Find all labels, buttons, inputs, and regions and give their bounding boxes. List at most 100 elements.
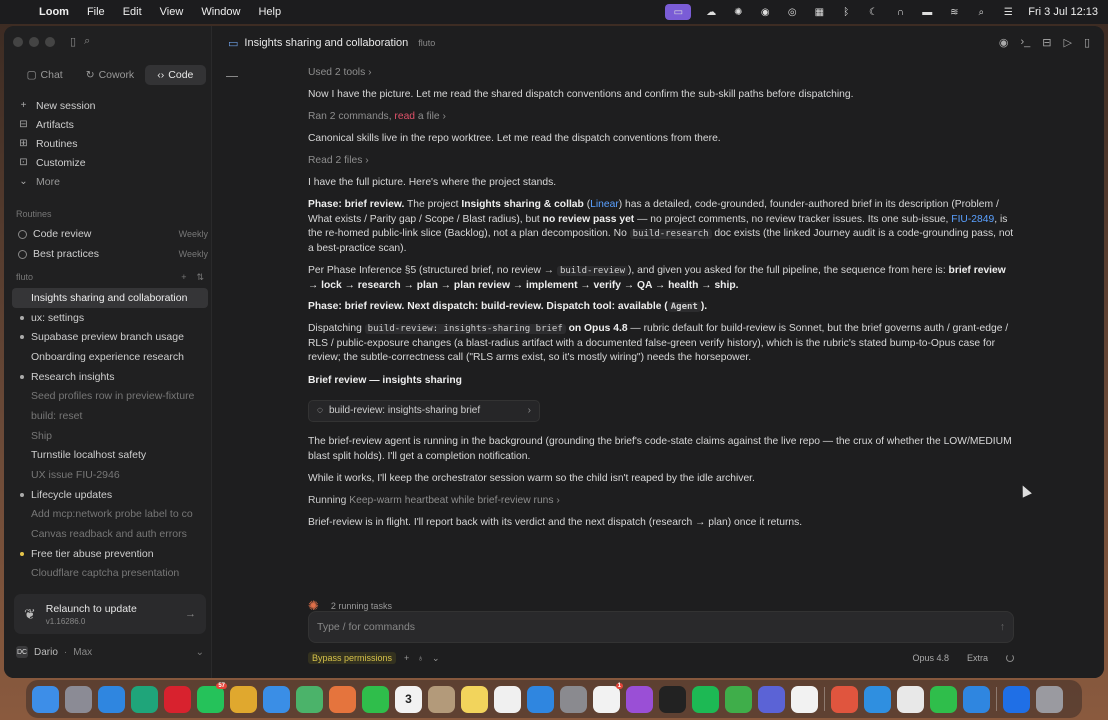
dock-calendar-icon[interactable]: 3 (395, 685, 422, 713)
dock-terminal-green-icon[interactable] (930, 685, 957, 713)
routine-item[interactable]: Best practices Weekly (18, 244, 208, 264)
sidebar-session-item[interactable]: UX issue FIU-2946 (12, 465, 208, 485)
headphones-icon[interactable]: ∩ (893, 6, 907, 18)
sidebar-session-item[interactable]: Seed profiles row in preview-fixture (12, 386, 208, 406)
sidebar-session-item[interactable]: Research insights (12, 367, 208, 387)
brightness-icon[interactable]: ✺ (731, 6, 745, 18)
dock-safari-icon[interactable] (98, 685, 125, 713)
dock-settings-icon[interactable] (560, 685, 587, 713)
dock-docker-icon[interactable] (864, 685, 891, 713)
new-session-button[interactable]: + New session (18, 96, 96, 115)
sidebar-session-item[interactable]: Ship (12, 426, 208, 446)
mic-icon[interactable]: ♁ (417, 653, 424, 663)
agent-task-card[interactable]: ◌ build-review: insights-sharing brief › (308, 400, 540, 422)
dock-textedit-icon[interactable] (897, 685, 924, 713)
clock[interactable]: Fri 3 Jul 12:13 (1028, 6, 1098, 18)
dock-slack-icon[interactable] (791, 685, 818, 713)
nav-artifacts[interactable]: ⊟ Artifacts (18, 115, 96, 134)
sidebar-session-item[interactable]: Lifecycle updates (12, 485, 208, 505)
play-icon[interactable]: ▷ (1063, 36, 1071, 49)
plus-icon[interactable]: + (404, 653, 409, 663)
sidebar-session-item[interactable]: build: reset (12, 406, 208, 426)
dock-facetime-icon[interactable] (362, 685, 389, 713)
sidebar-session-item[interactable]: Free tier abuse prevention (12, 544, 208, 564)
zoom-window-button[interactable] (45, 37, 55, 47)
moon-icon[interactable]: ☾ (866, 6, 880, 18)
tool-summary[interactable]: Used 2 tools › (308, 66, 1018, 81)
sync-icon[interactable]: ◎ (785, 6, 799, 18)
nav-more[interactable]: ⌄ More (18, 172, 96, 191)
dock-opera-icon[interactable] (164, 685, 191, 713)
sidebar-session-item[interactable]: Cloudflare captcha presentation (12, 564, 208, 584)
dock-launchpad-icon[interactable] (65, 685, 92, 713)
mode-code[interactable]: ‹› Code (144, 65, 206, 85)
model-selector[interactable]: Opus 4.8 (912, 653, 949, 663)
dock-chrome-icon[interactable] (230, 685, 257, 713)
close-window-button[interactable] (13, 37, 23, 47)
minimize-window-button[interactable] (29, 37, 39, 47)
control-center-icon[interactable]: ☰ (1001, 6, 1015, 18)
eye-icon[interactable]: ◉ (999, 36, 1009, 49)
bluetooth-icon[interactable]: ᛒ (839, 6, 853, 18)
tool-summary[interactable]: Running Keep-warm heartbeat while brief-… (308, 494, 1018, 509)
dock-photos-icon[interactable] (329, 685, 356, 713)
search-icon[interactable]: ⌕ (974, 6, 988, 18)
dock-app-store-icon[interactable] (527, 685, 554, 713)
dock-linear-icon[interactable] (758, 685, 785, 713)
dock-whatsapp-icon[interactable]: 57 (197, 682, 227, 713)
sidebar-session-item[interactable]: Turnstile localhost safety (12, 446, 208, 466)
sidebar-session-item[interactable]: Add mcp:network probe label to co (12, 505, 208, 525)
dock-reminders-icon[interactable]: 1 (593, 682, 623, 713)
mode-chat[interactable]: ▢ Chat (14, 65, 75, 85)
menu-view[interactable]: View (160, 6, 184, 18)
bypass-permissions-toggle[interactable]: Bypass permissions (308, 652, 397, 664)
menu-file[interactable]: File (87, 6, 105, 18)
nav-routines[interactable]: ⊞ Routines (18, 134, 96, 153)
layout-icon[interactable]: ▯ (1084, 36, 1090, 49)
send-icon[interactable]: ↑ (1000, 621, 1005, 633)
dock-podcasts-icon[interactable] (626, 685, 653, 713)
tool-summary[interactable]: Read 2 files › (308, 154, 1018, 169)
filter-icon[interactable]: ⇅ (196, 272, 204, 283)
menu-help[interactable]: Help (258, 6, 281, 18)
mode-cowork[interactable]: ↻ Cowork (79, 65, 140, 85)
vpn-status-icon[interactable]: ◉ (758, 6, 772, 18)
dock-spotify-icon[interactable] (692, 685, 719, 713)
sidebar-session-item[interactable]: Canvas readback and auth errors (12, 524, 208, 544)
issue-link[interactable]: FIU-2849 (951, 214, 994, 225)
dock-trash-icon[interactable] (1036, 685, 1063, 713)
chevron-down-icon[interactable]: ⌄ (432, 653, 440, 664)
nav-customize[interactable]: ⊡ Customize (18, 153, 96, 172)
dock-maps-icon[interactable] (296, 685, 323, 713)
screen-record-icon[interactable]: ▭ (665, 4, 692, 20)
relaunch-update-card[interactable]: ❦ Relaunch to update v1.16286.0 → (14, 594, 206, 634)
menu-window[interactable]: Window (201, 6, 240, 18)
dock-freeform-icon[interactable] (494, 685, 521, 713)
plus-icon[interactable]: + (181, 272, 186, 283)
dock-1password-icon[interactable] (1003, 685, 1030, 713)
routine-item[interactable]: Code review Weekly (18, 224, 208, 244)
effort-selector[interactable]: Extra (967, 653, 988, 663)
dock-notes-icon[interactable] (461, 685, 488, 713)
menu-edit[interactable]: Edit (123, 6, 142, 18)
grid-icon[interactable]: ▦ (812, 6, 826, 18)
panel-icon[interactable]: ⊟ (1042, 36, 1051, 49)
battery-icon[interactable]: ▬ (920, 6, 934, 18)
sidebar-session-item[interactable]: ux: settings (12, 308, 208, 328)
terminal-icon[interactable]: ›_ (1020, 36, 1030, 49)
dock-figma-icon[interactable] (659, 685, 686, 713)
dock-finder-icon[interactable] (32, 685, 59, 713)
search-icon[interactable]: ⌕ (84, 35, 90, 48)
dock-edge-icon[interactable] (131, 685, 158, 713)
linear-link[interactable]: Linear (590, 199, 619, 210)
dock-contacts-icon[interactable] (428, 685, 455, 713)
tool-summary[interactable]: Ran 2 commands, read a file › (308, 110, 1018, 125)
menu-app-name[interactable]: Loom (39, 6, 69, 18)
wifi-icon[interactable]: ≋ (947, 6, 961, 18)
weather-icon[interactable]: ☁ (704, 6, 718, 18)
dock-numbers-icon[interactable] (725, 685, 752, 713)
prompt-input[interactable]: Type / for commands ↑ (308, 611, 1014, 643)
user-menu[interactable]: DC Dario · Max ⌄ (16, 646, 204, 658)
sidebar-session-item[interactable]: Onboarding experience research (12, 347, 208, 367)
dock-loom-icon[interactable] (831, 685, 858, 713)
